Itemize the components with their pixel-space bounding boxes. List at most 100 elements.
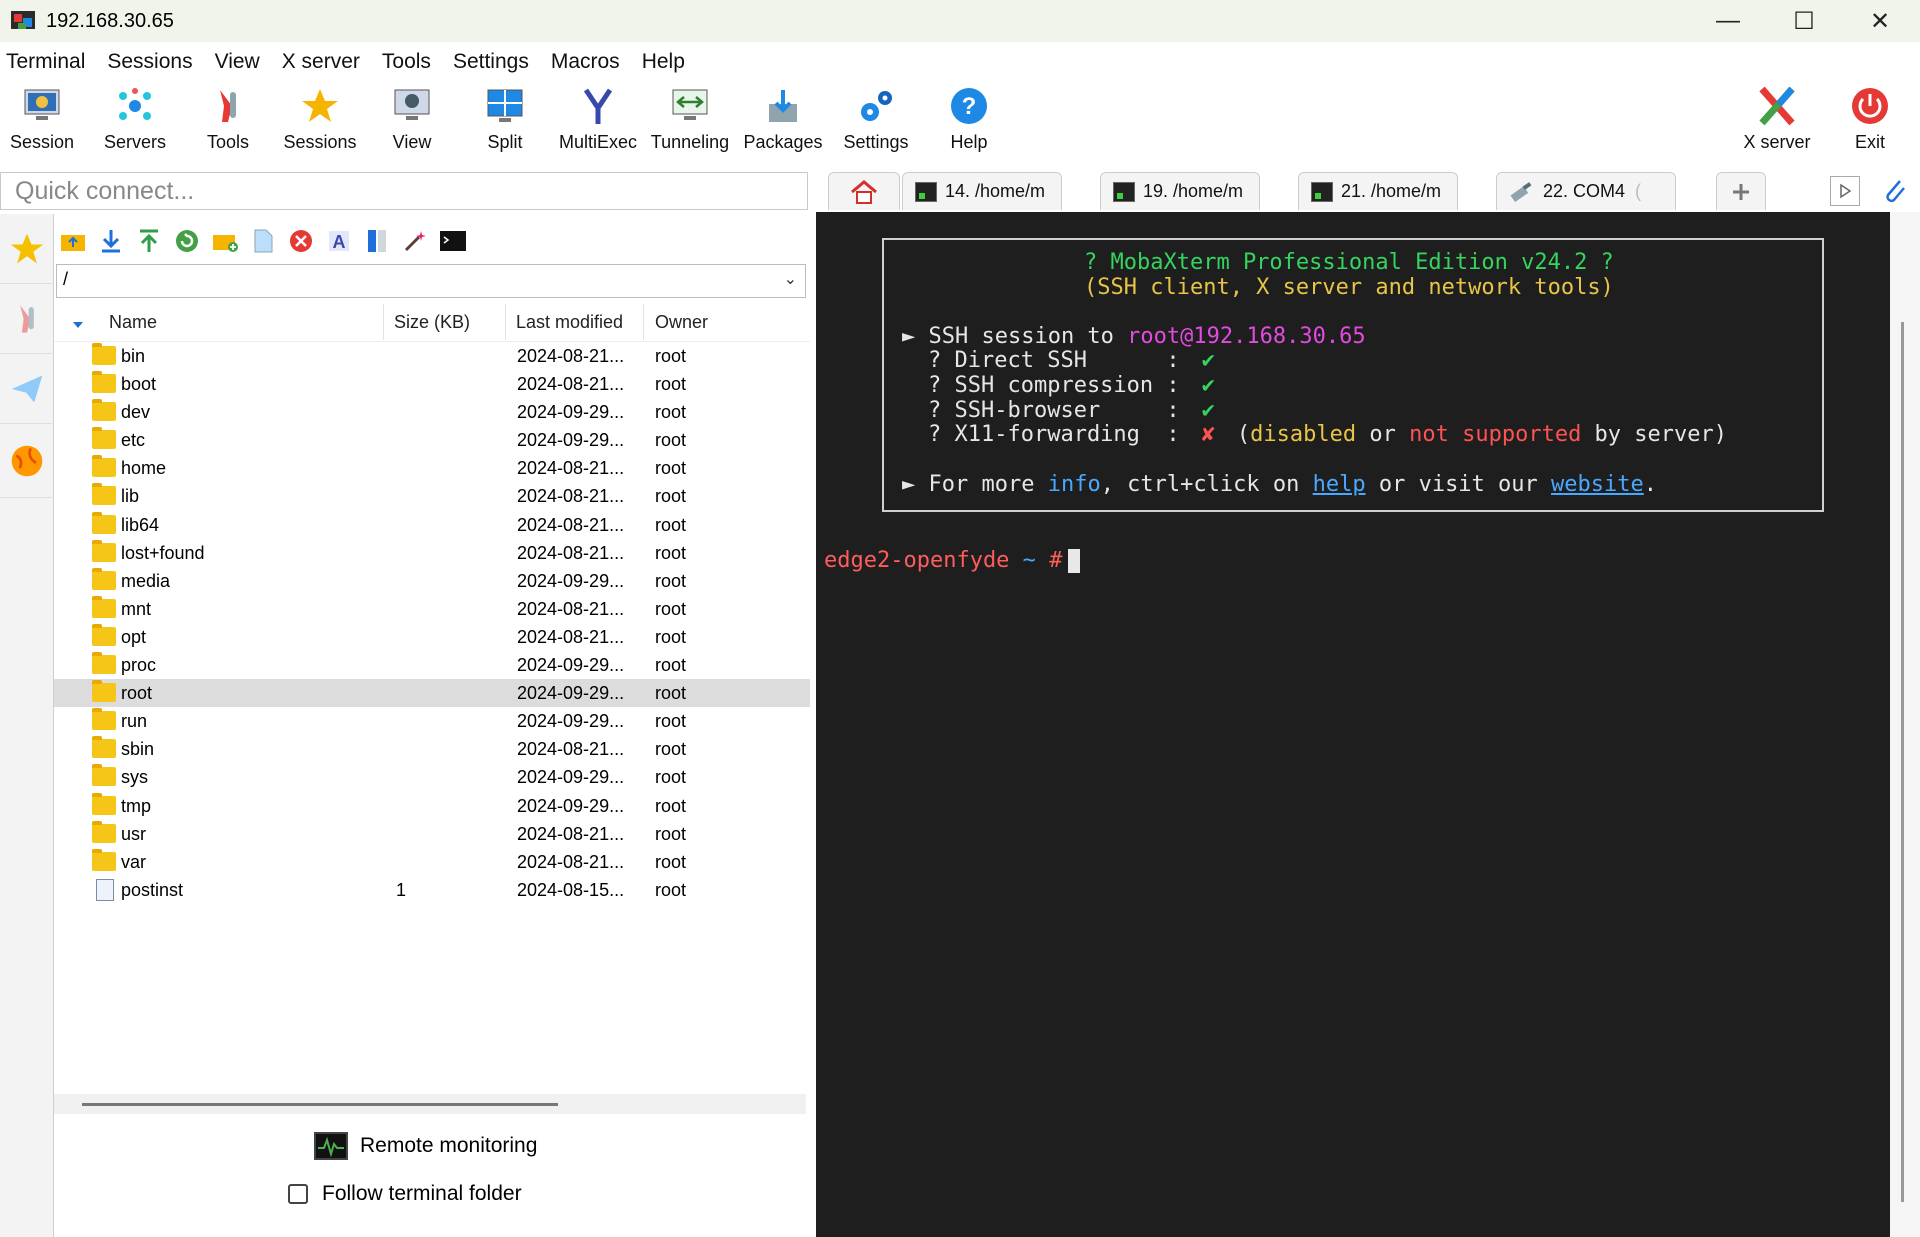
- folder-icon: [92, 399, 116, 422]
- horizontal-scrollbar[interactable]: [54, 1094, 806, 1114]
- delete-button[interactable]: [286, 226, 316, 256]
- new-file-button[interactable]: [248, 226, 278, 256]
- remote-monitoring-button[interactable]: Remote monitoring: [314, 1132, 537, 1160]
- split-button[interactable]: Split: [459, 80, 551, 160]
- sidebar-sftp[interactable]: [0, 354, 54, 424]
- view-button[interactable]: View: [366, 80, 458, 160]
- table-row[interactable]: lib 2024-08-21... root: [54, 482, 810, 510]
- terminal-icon: [1113, 181, 1135, 202]
- minimize-button[interactable]: —: [1690, 0, 1766, 42]
- column-last-modified[interactable]: Last modified: [516, 312, 623, 333]
- attach-button[interactable]: [1878, 174, 1910, 206]
- scrollbar-thumb[interactable]: [82, 1103, 558, 1106]
- session-button[interactable]: Session: [0, 80, 88, 160]
- help-button[interactable]: ? Help: [923, 80, 1015, 160]
- sidebar-explorer[interactable]: [0, 424, 54, 498]
- tab-session-14[interactable]: 14. /home/m: [902, 172, 1062, 210]
- folder-icon: [92, 708, 116, 731]
- table-row[interactable]: usr 2024-08-21... root: [54, 820, 810, 848]
- table-row[interactable]: lost+found 2024-08-21... root: [54, 539, 810, 567]
- table-row[interactable]: proc 2024-09-29... root: [54, 651, 810, 679]
- tab-session-21[interactable]: 21. /home/m: [1298, 172, 1458, 210]
- scrollbar-thumb[interactable]: [1901, 322, 1904, 1202]
- follow-terminal-folder-toggle[interactable]: Follow terminal folder: [288, 1182, 522, 1206]
- menu-x-server[interactable]: X server: [276, 50, 372, 74]
- table-row[interactable]: lib64 2024-08-21... root: [54, 511, 810, 539]
- table-row[interactable]: bin 2024-08-21... root: [54, 342, 810, 370]
- rename-button[interactable]: A: [324, 226, 354, 256]
- new-folder-button[interactable]: [210, 226, 240, 256]
- parent-folder-button[interactable]: [58, 226, 88, 256]
- exit-button[interactable]: Exit: [1824, 80, 1916, 160]
- file-modified: 2024-08-21...: [517, 542, 625, 563]
- folder-icon: [92, 343, 116, 365]
- tab-session-22[interactable]: 22. COM4 (: [1496, 172, 1676, 210]
- column-name[interactable]: Name: [109, 312, 157, 333]
- menu-settings[interactable]: Settings: [447, 50, 541, 74]
- close-button[interactable]: ✕: [1842, 0, 1918, 42]
- sessions-button[interactable]: Sessions: [274, 80, 366, 160]
- table-row[interactable]: mnt 2024-08-21... root: [54, 595, 810, 623]
- table-row[interactable]: run 2024-09-29... root: [54, 707, 810, 735]
- menu-terminal[interactable]: Terminal: [0, 50, 97, 74]
- menu-tools[interactable]: Tools: [376, 50, 443, 74]
- sidebar-tools[interactable]: [0, 284, 54, 354]
- packages-button[interactable]: Packages: [737, 80, 829, 160]
- open-terminal-button[interactable]: [438, 226, 468, 256]
- chevron-down-icon[interactable]: ⌄: [784, 269, 797, 289]
- table-row[interactable]: var 2024-08-21... root: [54, 848, 810, 876]
- table-row[interactable]: dev 2024-09-29... root: [54, 398, 810, 426]
- website-link[interactable]: website: [1551, 472, 1644, 497]
- home-tab[interactable]: [828, 172, 900, 210]
- download-button[interactable]: [96, 226, 126, 256]
- quick-connect-input[interactable]: Quick connect...: [0, 172, 808, 210]
- x-server-button[interactable]: X server: [1731, 80, 1823, 160]
- banner-title: ? MobaXterm Professional Edition v24.2 ?: [1084, 250, 1614, 275]
- permissions-button[interactable]: [362, 226, 392, 256]
- menu-help[interactable]: Help: [636, 50, 697, 74]
- settings-button[interactable]: Settings: [830, 80, 922, 160]
- maximize-button[interactable]: ☐: [1766, 0, 1842, 42]
- follow-terminal-folder-checkbox[interactable]: [288, 1184, 308, 1204]
- table-row[interactable]: root 2024-09-29... root: [54, 679, 810, 708]
- upload-button[interactable]: [134, 226, 164, 256]
- new-folder-icon: [213, 235, 238, 252]
- terminal-scrollbar[interactable]: [1890, 212, 1920, 1237]
- terminal-view[interactable]: ? MobaXterm Professional Edition v24.2 ?…: [816, 212, 1890, 1237]
- menu-macros[interactable]: Macros: [545, 50, 632, 74]
- refresh-button[interactable]: [172, 226, 202, 256]
- table-row[interactable]: opt 2024-08-21... root: [54, 623, 810, 651]
- table-row[interactable]: sys 2024-09-29... root: [54, 763, 810, 791]
- tab-session-19[interactable]: 19. /home/m: [1100, 172, 1260, 210]
- table-row[interactable]: etc 2024-09-29... root: [54, 426, 810, 454]
- help-icon: ?: [947, 84, 991, 128]
- servers-button[interactable]: Servers: [89, 80, 181, 160]
- column-divider[interactable]: [643, 304, 644, 340]
- path-field[interactable]: / ⌄: [56, 264, 806, 298]
- column-divider[interactable]: [383, 304, 384, 340]
- column-divider[interactable]: [505, 304, 506, 340]
- sidebar-sessions[interactable]: [0, 214, 54, 284]
- column-size[interactable]: Size (KB): [394, 312, 470, 333]
- table-row[interactable]: postinst 1 2024-08-15... root: [54, 876, 810, 904]
- column-owner[interactable]: Owner: [655, 312, 708, 333]
- table-row[interactable]: tmp 2024-09-29... root: [54, 792, 810, 820]
- new-tab-button[interactable]: [1716, 172, 1766, 210]
- menu-sessions[interactable]: Sessions: [101, 50, 204, 74]
- svg-text:A: A: [333, 232, 346, 252]
- tab-scroll-button[interactable]: [1830, 176, 1860, 206]
- multiexec-button[interactable]: MultiExec: [552, 80, 644, 160]
- table-row[interactable]: sbin 2024-08-21... root: [54, 735, 810, 763]
- file-name: tmp: [121, 795, 152, 816]
- info-link[interactable]: info: [1048, 472, 1101, 497]
- file-owner: root: [655, 346, 687, 366]
- table-row[interactable]: boot 2024-08-21... root: [54, 370, 810, 398]
- tools-button[interactable]: Tools: [182, 80, 274, 160]
- tunneling-button[interactable]: Tunneling: [644, 80, 736, 160]
- help-link[interactable]: help: [1313, 472, 1366, 497]
- table-row[interactable]: media 2024-09-29... root: [54, 567, 810, 595]
- open-with-button[interactable]: [400, 226, 430, 256]
- table-row[interactable]: home 2024-08-21... root: [54, 454, 810, 482]
- menu-view[interactable]: View: [209, 50, 272, 74]
- folder-icon: [92, 567, 116, 590]
